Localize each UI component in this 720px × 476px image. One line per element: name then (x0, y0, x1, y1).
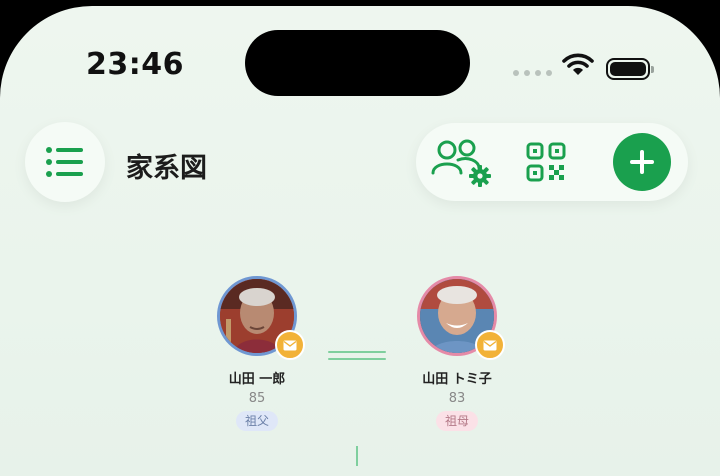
relation-badge: 祖父 (235, 411, 278, 431)
marriage-connector (328, 351, 386, 361)
member-age: 83 (448, 391, 466, 406)
page-title: 家系図 (126, 153, 207, 184)
menu-button[interactable] (25, 122, 105, 202)
add-member-button[interactable] (613, 133, 671, 191)
relation-badge: 祖母 (435, 411, 478, 431)
mail-badge[interactable] (475, 330, 505, 360)
action-bar (416, 123, 688, 201)
descendant-connector (356, 446, 358, 466)
people-settings-icon (431, 139, 491, 187)
list-icon (46, 147, 83, 177)
battery-icon (606, 58, 654, 80)
mail-badge[interactable] (275, 330, 305, 360)
manage-members-button[interactable] (430, 137, 494, 187)
qr-code-button[interactable] (526, 142, 566, 182)
dynamic-island (245, 30, 470, 96)
member-name: 山田 一郎 (228, 372, 286, 387)
app-screen: 23:46 家系図 山田 一郎 85 祖父 山田 トミ子 83 祖母 (0, 6, 720, 476)
family-member-card[interactable]: 山田 トミ子 83 祖母 (397, 276, 517, 431)
cellular-signal-icon (513, 70, 552, 76)
member-name: 山田 トミ子 (422, 372, 492, 387)
qr-code-icon (526, 142, 566, 182)
mail-icon (483, 340, 497, 350)
wifi-icon (562, 53, 594, 75)
status-time: 23:46 (86, 47, 184, 82)
family-member-card[interactable]: 山田 一郎 85 祖父 (197, 276, 317, 431)
plus-icon (630, 150, 654, 174)
mail-icon (283, 340, 297, 350)
member-age: 85 (248, 391, 266, 406)
